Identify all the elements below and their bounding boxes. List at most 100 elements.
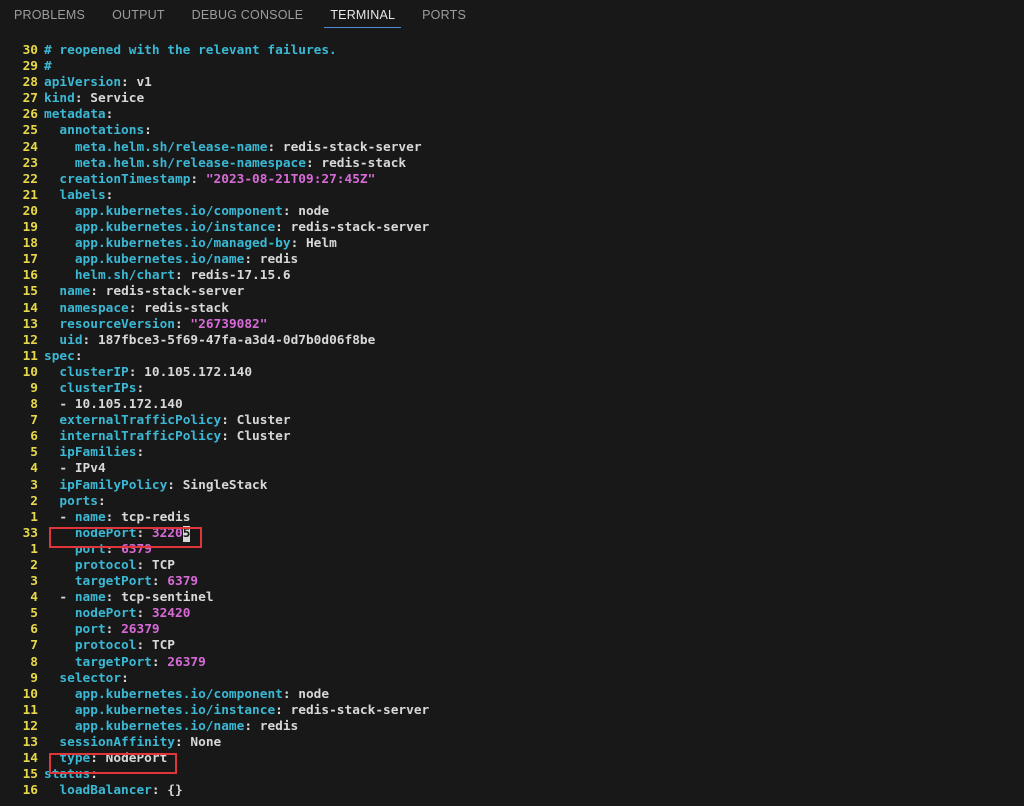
- tab-terminal[interactable]: TERMINAL: [324, 0, 401, 30]
- line-number: 28: [22, 75, 38, 91]
- terminal-line: 23 meta.helm.sh/release-namespace: redis…: [0, 156, 1024, 172]
- terminal-line: 6 internalTrafficPolicy: Cluster: [0, 429, 1024, 445]
- line-number: 26: [22, 107, 38, 123]
- line-code: externalTrafficPolicy: Cluster: [44, 413, 290, 429]
- line-number: 12: [22, 332, 38, 348]
- line-code: app.kubernetes.io/name: redis: [44, 719, 298, 735]
- yaml-key: nodePort: [74, 606, 137, 622]
- line-number: 1: [30, 541, 38, 557]
- terminal-line: 8 - 10.105.172.140: [0, 397, 1024, 413]
- yaml-string: "2023-08-21T09:27:45Z": [205, 171, 376, 187]
- line-number: 11: [22, 702, 38, 718]
- line-code: app.kubernetes.io/name: redis: [44, 252, 298, 268]
- terminal-line: 11 app.kubernetes.io/instance: redis-sta…: [0, 703, 1024, 719]
- yaml-value: :: [175, 316, 191, 332]
- line-code: # reopened with the relevant failures.: [44, 43, 337, 59]
- yaml-value: :: [105, 107, 114, 123]
- line-code: protocol: TCP: [44, 638, 175, 654]
- tab-problems[interactable]: PROBLEMS: [14, 0, 85, 30]
- yaml-key: helm.sh/chart: [74, 268, 175, 284]
- yaml-key: creationTimestamp: [59, 171, 191, 187]
- yaml-value: - IPv4: [59, 461, 106, 477]
- line-number: 18: [22, 236, 38, 252]
- line-number: 23: [22, 155, 38, 171]
- yaml-value: : 10.105.172.140: [128, 364, 253, 380]
- yaml-value: :: [105, 541, 122, 557]
- line-number: 24: [22, 139, 38, 155]
- line-number: 8: [30, 397, 38, 413]
- line-number: 16: [22, 783, 38, 799]
- yaml-value: : redis-stack-server: [267, 139, 422, 155]
- terminal-line: 24 meta.helm.sh/release-name: redis-stac…: [0, 140, 1024, 156]
- line-code: name: redis-stack-server: [44, 284, 244, 300]
- yaml-key: targetPort: [74, 574, 152, 590]
- terminal-line-current: 33 nodePort: 32205: [0, 525, 1024, 542]
- line-number: 6: [30, 622, 38, 638]
- line-number: 20: [22, 203, 38, 219]
- line-number: 1: [30, 509, 38, 525]
- terminal-line: 14 namespace: redis-stack: [0, 301, 1024, 317]
- line-code: creationTimestamp: "2023-08-21T09:27:45Z…: [44, 172, 375, 188]
- yaml-value: : redis-stack: [305, 155, 407, 171]
- line-number: 13: [22, 735, 38, 751]
- terminal-line: 11 spec:: [0, 349, 1024, 365]
- terminal-line: 3 ipFamilyPolicy: SingleStack: [0, 478, 1024, 494]
- terminal-line: 28 apiVersion: v1: [0, 75, 1024, 91]
- yaml-number: 6379: [167, 574, 199, 590]
- yaml-key: labels: [59, 187, 106, 203]
- line-code: port: 6379: [44, 542, 152, 558]
- line-number: 17: [22, 252, 38, 268]
- tab-ports[interactable]: PORTS: [422, 0, 466, 30]
- line-code: clusterIPs:: [44, 381, 144, 397]
- line-code: port: 26379: [44, 622, 160, 638]
- line-number: 6: [30, 429, 38, 445]
- yaml-value: :: [97, 493, 106, 509]
- line-code: helm.sh/chart: redis-17.15.6: [44, 268, 291, 284]
- terminal-line: 16 helm.sh/chart: redis-17.15.6: [0, 268, 1024, 284]
- line-number: 3: [30, 574, 38, 590]
- yaml-number: 3220: [151, 525, 183, 541]
- line-code: app.kubernetes.io/managed-by: Helm: [44, 236, 337, 252]
- terminal-output[interactable]: 30 # reopened with the relevant failures.…: [0, 43, 1024, 806]
- yaml-key: spec: [44, 348, 75, 364]
- terminal-line: 22 creationTimestamp: "2023-08-21T09:27:…: [0, 172, 1024, 188]
- terminal-line: 3 targetPort: 6379: [0, 574, 1024, 590]
- yaml-value: :: [136, 445, 145, 461]
- yaml-string: "26739082": [190, 316, 268, 332]
- line-code: ipFamilyPolicy: SingleStack: [44, 478, 267, 494]
- line-number: 14: [22, 751, 38, 767]
- yaml-value: : NodePort: [90, 751, 168, 767]
- line-code: - name: tcp-redis: [44, 510, 190, 526]
- yaml-key: uid: [59, 332, 83, 348]
- yaml-comment: # reopened with the relevant failures.: [44, 43, 337, 58]
- terminal-line: 17 app.kubernetes.io/name: redis: [0, 252, 1024, 268]
- line-code: status:: [44, 767, 98, 783]
- terminal-line: 4 - IPv4: [0, 461, 1024, 477]
- line-number: 2: [30, 558, 38, 573]
- yaml-value: :: [151, 574, 168, 590]
- line-code: nodePort: 32420: [44, 606, 191, 622]
- yaml-key: meta.helm.sh/release-name: [74, 139, 268, 155]
- terminal-line: 9 clusterIPs:: [0, 381, 1024, 397]
- line-code: targetPort: 26379: [44, 655, 206, 671]
- tab-debug-console[interactable]: DEBUG CONSOLE: [192, 0, 304, 30]
- line-code: app.kubernetes.io/component: node: [44, 204, 329, 220]
- tab-output[interactable]: OUTPUT: [112, 0, 165, 30]
- yaml-key: loadBalancer: [59, 783, 152, 799]
- yaml-key: app.kubernetes.io/component: [74, 686, 283, 702]
- line-number: 10: [22, 364, 38, 380]
- yaml-value: : Service: [74, 91, 145, 107]
- yaml-key: metadata: [44, 107, 106, 123]
- line-number: 25: [22, 123, 38, 139]
